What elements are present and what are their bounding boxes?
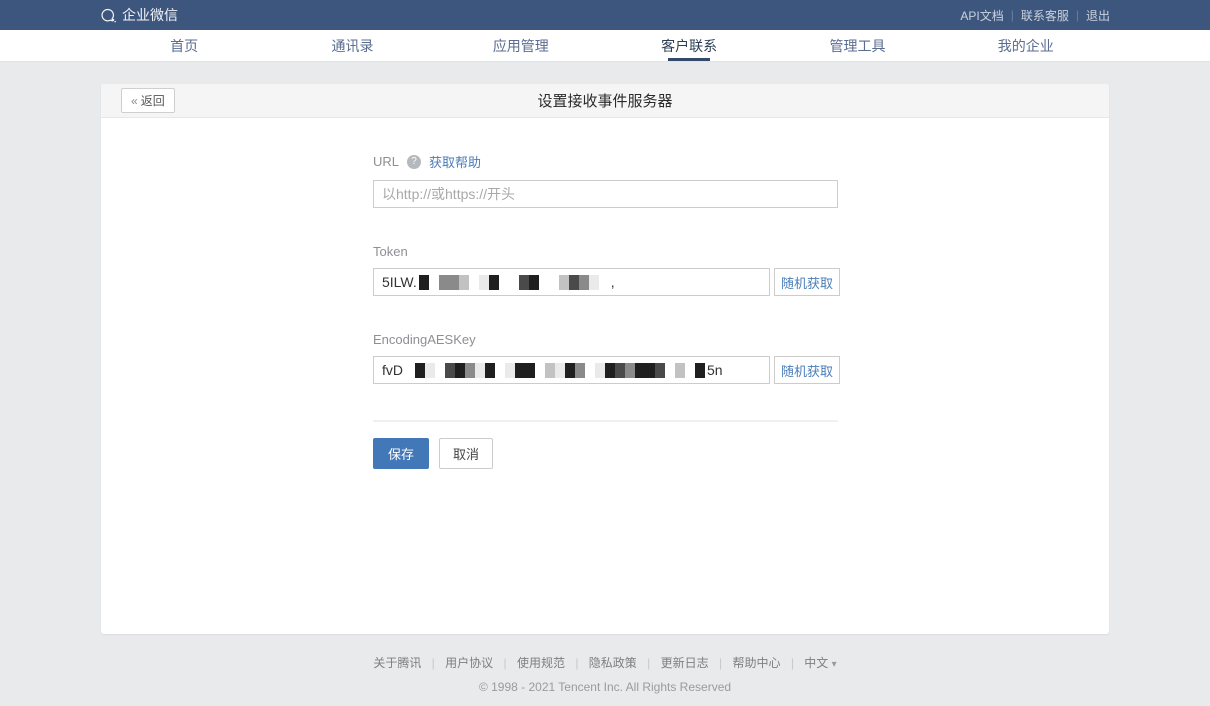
back-chevron-icon: « — [131, 94, 138, 108]
separator: | — [1011, 8, 1014, 22]
separator: | — [1076, 8, 1079, 22]
chevron-down-icon: ▾ — [832, 659, 837, 670]
token-input[interactable]: 5ILW. , — [373, 268, 770, 296]
separator: | — [647, 656, 650, 670]
aeskey-value-suffix: 5n — [707, 362, 723, 378]
aeskey-field-block: EncodingAESKey fvD 5n 随机获取 — [373, 332, 1109, 384]
nav-tab-app-management[interactable]: 应用管理 — [437, 30, 605, 61]
aeskey-input[interactable]: fvD 5n — [373, 356, 770, 384]
card-header: «返回 设置接收事件服务器 — [101, 84, 1109, 118]
url-label: URL — [373, 154, 399, 169]
cancel-button[interactable]: 取消 — [439, 438, 493, 469]
url-field-block: URL ? 获取帮助 — [373, 152, 1109, 208]
footer-link-privacy-policy[interactable]: 隐私政策 — [589, 656, 637, 670]
nav-tab-admin-tools[interactable]: 管理工具 — [773, 30, 941, 61]
save-button[interactable]: 保存 — [373, 438, 429, 469]
footer-link-usage-rules[interactable]: 使用规范 — [517, 656, 565, 670]
form-divider — [373, 420, 838, 422]
server-settings-form: URL ? 获取帮助 Token 5ILW. , 随机获取 E — [101, 118, 1109, 469]
content-card: «返回 设置接收事件服务器 URL ? 获取帮助 Token 5ILW. — [101, 84, 1109, 634]
nav-tab-customer-contact[interactable]: 客户联系 — [605, 30, 773, 61]
get-help-link[interactable]: 获取帮助 — [429, 152, 481, 171]
aeskey-value-prefix: fvD — [382, 362, 403, 378]
separator: | — [719, 656, 722, 670]
token-value-prefix: 5ILW. — [382, 274, 417, 290]
footer-link-user-agreement[interactable]: 用户协议 — [445, 656, 493, 670]
language-label: 中文 — [804, 656, 828, 670]
main-nav: 首页 通讯录 应用管理 客户联系 管理工具 我的企业 — [0, 30, 1210, 62]
aeskey-random-generate-button[interactable]: 随机获取 — [774, 356, 840, 384]
token-label: Token — [373, 244, 1109, 259]
topbar-link-contact-support[interactable]: 联系客服 — [1021, 7, 1069, 24]
nav-tab-home[interactable]: 首页 — [100, 30, 268, 61]
copyright-text: © 1998 - 2021 Tencent Inc. All Rights Re… — [0, 680, 1210, 694]
topbar-link-logout[interactable]: 退出 — [1086, 7, 1110, 24]
form-actions: 保存 取消 — [373, 438, 1109, 469]
brand-name: 企业微信 — [122, 5, 178, 25]
separator: | — [504, 656, 507, 670]
footer: 关于腾讯 | 用户协议 | 使用规范 | 隐私政策 | 更新日志 | 帮助中心 … — [0, 654, 1210, 706]
topbar-links: API文档 | 联系客服 | 退出 — [960, 7, 1110, 24]
page-title: 设置接收事件服务器 — [101, 90, 1109, 111]
topbar: 企业微信 API文档 | 联系客服 | 退出 — [0, 0, 1210, 30]
footer-link-help-center[interactable]: 帮助中心 — [732, 656, 780, 670]
token-redacted-value — [419, 275, 609, 290]
topbar-link-api-docs[interactable]: API文档 — [960, 7, 1003, 24]
footer-links: 关于腾讯 | 用户协议 | 使用规范 | 隐私政策 | 更新日志 | 帮助中心 … — [0, 654, 1210, 671]
footer-link-about-tencent[interactable]: 关于腾讯 — [373, 656, 421, 670]
aeskey-redacted-value — [405, 363, 705, 378]
back-button-label: 返回 — [141, 94, 165, 108]
footer-link-changelog[interactable]: 更新日志 — [661, 656, 709, 670]
separator: | — [575, 656, 578, 670]
nav-tab-my-company[interactable]: 我的企业 — [942, 30, 1110, 61]
back-button[interactable]: «返回 — [121, 88, 175, 113]
aeskey-label: EncodingAESKey — [373, 332, 1109, 347]
nav-tab-contacts[interactable]: 通讯录 — [268, 30, 436, 61]
separator: | — [432, 656, 435, 670]
url-input[interactable] — [373, 180, 838, 208]
token-value-suffix: , — [611, 274, 615, 290]
token-random-generate-button[interactable]: 随机获取 — [774, 268, 840, 296]
language-selector[interactable]: 中文 ▾ — [804, 656, 836, 670]
separator: | — [791, 656, 794, 670]
brand[interactable]: 企业微信 — [100, 5, 178, 25]
help-icon[interactable]: ? — [407, 155, 421, 169]
token-field-block: Token 5ILW. , 随机获取 — [373, 244, 1109, 296]
wecom-logo-icon — [100, 7, 117, 24]
